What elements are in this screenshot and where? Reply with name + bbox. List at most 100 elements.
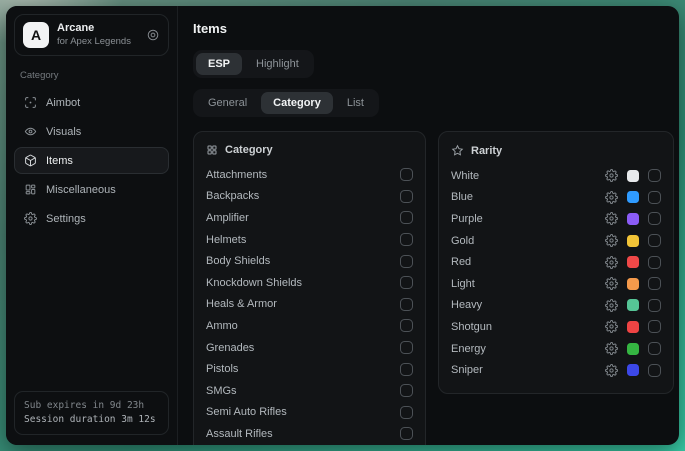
main-content: Items ESPHighlight GeneralCategoryList C… [178, 6, 679, 445]
category-row-semi-auto-rifles: Semi Auto Rifles [206, 402, 413, 424]
category-label: Knockdown Shields [206, 277, 400, 289]
category-checkbox-semi-auto-rifles[interactable] [400, 406, 413, 419]
category-row-helmets: Helmets [206, 229, 413, 251]
star-icon [451, 144, 464, 157]
rarity-panel: Rarity WhiteBluePurpleGoldRedLightHeavyS… [438, 131, 674, 394]
category-checkbox-amplifier[interactable] [400, 211, 413, 224]
rarity-color-swatch-blue[interactable] [627, 191, 639, 203]
category-row-backpacks: Backpacks [206, 186, 413, 208]
rarity-color-swatch-shotgun[interactable] [627, 321, 639, 333]
package-icon [24, 154, 37, 167]
rarity-checkbox-red[interactable] [648, 256, 661, 269]
category-row-pistols: Pistols [206, 358, 413, 380]
rarity-settings-gear-icon[interactable] [605, 364, 618, 377]
header-target-icon[interactable] [146, 28, 160, 42]
tab-general[interactable]: General [196, 92, 259, 114]
category-checkbox-pistols[interactable] [400, 363, 413, 376]
rarity-checkbox-sniper[interactable] [648, 364, 661, 377]
sidebar-item-miscellaneous[interactable]: Miscellaneous [14, 176, 169, 203]
mode-tabs: ESPHighlight [193, 50, 314, 78]
eye-icon [24, 125, 37, 138]
category-checkbox-assault-rifles[interactable] [400, 427, 413, 440]
category-checkbox-backpacks[interactable] [400, 190, 413, 203]
category-checkbox-heals-armor[interactable] [400, 298, 413, 311]
rarity-settings-gear-icon[interactable] [605, 277, 618, 290]
rarity-color-swatch-gold[interactable] [627, 235, 639, 247]
panels-row: Category Attachments Backpacks Amplifier He… [193, 131, 674, 445]
category-label: Amplifier [206, 212, 400, 224]
tab-category[interactable]: Category [261, 92, 333, 114]
category-checkbox-grenades[interactable] [400, 341, 413, 354]
category-checkbox-helmets[interactable] [400, 233, 413, 246]
rarity-label: Red [451, 256, 605, 268]
tab-highlight[interactable]: Highlight [244, 53, 311, 75]
rarity-color-swatch-energy[interactable] [627, 343, 639, 355]
rarity-settings-gear-icon[interactable] [605, 342, 618, 355]
rarity-label: Blue [451, 191, 605, 203]
arcane-window: A Arcane for Apex Legends Category Aimbo… [6, 6, 679, 445]
app-subtitle: for Apex Legends [57, 36, 138, 48]
rarity-checkbox-energy[interactable] [648, 342, 661, 355]
rarity-settings-gear-icon[interactable] [605, 299, 618, 312]
sidebar-item-label: Visuals [46, 126, 81, 138]
rarity-color-swatch-heavy[interactable] [627, 299, 639, 311]
rarity-settings-gear-icon[interactable] [605, 320, 618, 333]
sidebar-section-label: Category [20, 70, 163, 81]
rarity-color-swatch-purple[interactable] [627, 213, 639, 225]
brand-card: A Arcane for Apex Legends [14, 14, 169, 56]
rarity-color-swatch-light[interactable] [627, 278, 639, 290]
sidebar-spacer [14, 232, 169, 391]
tab-list[interactable]: List [335, 92, 376, 114]
sidebar-nav: Aimbot Visuals ItemsMiscellaneousSettings [14, 89, 169, 232]
rarity-panel-title: Rarity [471, 145, 502, 157]
category-label: Attachments [206, 169, 400, 181]
category-label: Ammo [206, 320, 400, 332]
page-title: Items [193, 21, 674, 36]
category-rows: Attachments Backpacks Amplifier Helmets Body… [206, 164, 413, 445]
rarity-settings-gear-icon[interactable] [605, 191, 618, 204]
rarity-row-light: Light [451, 273, 661, 295]
category-row-smgs: SMGs [206, 380, 413, 402]
rarity-checkbox-shotgun[interactable] [648, 320, 661, 333]
rarity-checkbox-white[interactable] [648, 169, 661, 182]
rarity-label: Shotgun [451, 321, 605, 333]
rarity-checkbox-heavy[interactable] [648, 299, 661, 312]
category-checkbox-body-shields[interactable] [400, 255, 413, 268]
rarity-color-swatch-white[interactable] [627, 170, 639, 182]
crosshair-icon [24, 96, 37, 109]
category-checkbox-attachments[interactable] [400, 168, 413, 181]
rarity-checkbox-purple[interactable] [648, 212, 661, 225]
category-row-grenades: Grenades [206, 337, 413, 359]
rarity-label: White [451, 170, 605, 182]
rarity-color-swatch-sniper[interactable] [627, 364, 639, 376]
rarity-checkbox-light[interactable] [648, 277, 661, 290]
sidebar-item-visuals[interactable]: Visuals [14, 118, 169, 145]
rarity-settings-gear-icon[interactable] [605, 256, 618, 269]
category-label: Body Shields [206, 255, 400, 267]
sidebar-item-aimbot[interactable]: Aimbot [14, 89, 169, 116]
category-row-ammo: Ammo [206, 315, 413, 337]
sidebar-item-items[interactable]: Items [14, 147, 169, 174]
category-checkbox-smgs[interactable] [400, 384, 413, 397]
rarity-checkbox-gold[interactable] [648, 234, 661, 247]
rarity-settings-gear-icon[interactable] [605, 234, 618, 247]
rarity-settings-gear-icon[interactable] [605, 212, 618, 225]
category-label: Backpacks [206, 190, 400, 202]
sidebar-item-settings[interactable]: Settings [14, 205, 169, 232]
category-checkbox-ammo[interactable] [400, 319, 413, 332]
rarity-row-gold: Gold [451, 230, 661, 252]
view-tabs: GeneralCategoryList [193, 89, 379, 117]
rarity-row-red: Red [451, 251, 661, 273]
rarity-row-shotgun: Shotgun [451, 316, 661, 338]
category-panel: Category Attachments Backpacks Amplifier He… [193, 131, 426, 445]
app-name: Arcane [57, 22, 138, 36]
rarity-settings-gear-icon[interactable] [605, 169, 618, 182]
category-panel-title: Category [225, 144, 273, 156]
category-checkbox-knockdown-shields[interactable] [400, 276, 413, 289]
rarity-row-blue: Blue [451, 187, 661, 209]
rarity-checkbox-blue[interactable] [648, 191, 661, 204]
category-label: Helmets [206, 234, 400, 246]
rarity-color-swatch-red[interactable] [627, 256, 639, 268]
tab-esp[interactable]: ESP [196, 53, 242, 75]
category-label: Pistols [206, 363, 400, 375]
